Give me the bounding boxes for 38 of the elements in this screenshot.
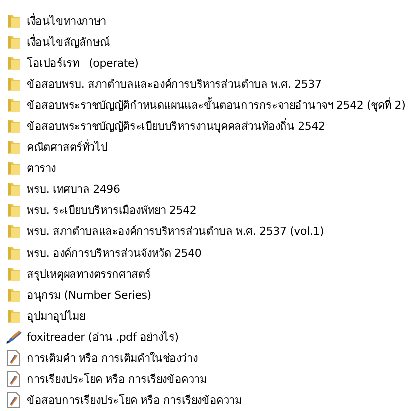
file-item[interactable]: อนุกรม (Number Series) <box>0 284 412 306</box>
folder-icon <box>7 308 21 324</box>
file-item[interactable]: เงื่อนไขสัญลักษณ์ <box>0 31 412 52</box>
file-item[interactable]: คณิตศาสตร์ทั่วไป <box>0 136 412 158</box>
folder-icon <box>7 54 21 71</box>
folder-icon <box>7 118 21 134</box>
file-item[interactable]: ข้อสอบพรบ. สภาตำบลและองค์การบริหารส่วนตำบล พ.ศ. 2537 <box>0 73 412 94</box>
file-item[interactable]: อุปมาอุปไมย <box>0 305 412 326</box>
folder-icon <box>7 244 21 261</box>
folder-icon <box>7 286 21 303</box>
file-item[interactable]: โอเปอร์เรท (operate) <box>0 52 412 74</box>
folder-icon <box>7 223 21 240</box>
file-item[interactable]: ข้อสอบการเรียงประโยค หรือ การเรียงข้อความ <box>0 390 412 411</box>
file-item[interactable]: ข้อสอบพระราชบัญญัติกำหนดแผนและขั้นตอนการกระจายอำนาจฯ 2542 (ชุดที่ 2) <box>0 94 412 116</box>
file-item[interactable]: เงื่อนไขทางภาษา <box>0 10 412 32</box>
folder-icon <box>7 12 21 29</box>
document-icon <box>7 392 21 408</box>
pen-icon <box>5 328 23 345</box>
file-item[interactable]: การเติมคำ หรือ การเติมคำในช่องว่าง <box>0 348 412 369</box>
folder-icon <box>7 160 21 176</box>
file-item[interactable]: ตาราง <box>0 158 412 179</box>
file-item[interactable]: การเรียงประโยค หรือ การเรียงข้อความ <box>0 368 412 390</box>
file-item[interactable]: สรุปเหตุผลทางตรรกศาสตร์ <box>0 263 412 284</box>
folder-icon <box>7 139 21 156</box>
file-item[interactable]: พรบ. สภาตำบลและองค์การบริหารส่วนตำบล พ.ศ. 2537 (vol.1) <box>0 220 412 242</box>
folder-icon <box>7 266 21 282</box>
document-icon <box>7 371 21 388</box>
file-item[interactable]: ข้อสอบพระราชบัญญัติระเบียบบริหารงานบุคคลส่วนท้องถิ่น 2542 <box>0 115 412 137</box>
file-item[interactable]: พรบ. เทศบาล 2496 <box>0 178 412 200</box>
folder-icon <box>7 76 21 92</box>
folder-icon <box>7 181 21 198</box>
file-item[interactable]: พรบ. องค์การบริหารส่วนจังหวัด 2540 <box>0 242 412 264</box>
file-item[interactable]: พรบ. ระเบียบบริหารเมืองพัทยา 2542 <box>0 200 412 221</box>
folder-icon <box>7 202 21 218</box>
document-icon <box>7 350 21 366</box>
file-item[interactable]: foxitreader (อ่าน .pdf อย่างไร) <box>0 326 412 348</box>
folder-icon <box>7 34 21 50</box>
folder-icon <box>7 96 21 113</box>
